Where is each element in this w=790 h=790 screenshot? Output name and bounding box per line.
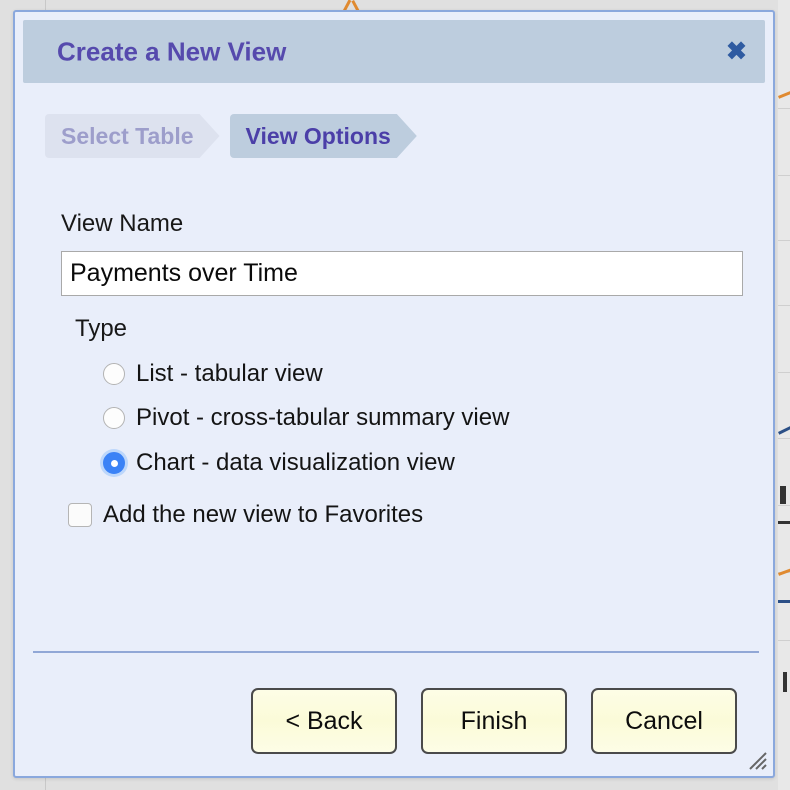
- create-view-dialog: Create a New View ✖ Select Table View Op…: [13, 10, 775, 778]
- radio-option-list[interactable]: List - tabular view: [103, 360, 323, 388]
- dialog-title: Create a New View: [57, 36, 287, 66]
- checkbox-icon[interactable]: [68, 503, 92, 527]
- wizard-tab-bar: Select Table View Options: [45, 114, 417, 158]
- cancel-button[interactable]: Cancel: [591, 688, 737, 754]
- radio-icon-selected[interactable]: [103, 452, 125, 474]
- radio-option-chart-label: Chart - data visualization view: [136, 449, 455, 476]
- background-gridline: [778, 640, 790, 641]
- resize-grip-icon[interactable]: [746, 749, 768, 771]
- radio-option-list-label: List - tabular view: [136, 360, 323, 387]
- background-gridline: [778, 240, 790, 241]
- dialog-titlebar: Create a New View ✖: [23, 20, 765, 83]
- tab-select-table[interactable]: Select Table: [45, 114, 220, 158]
- background-gridline: [778, 175, 790, 176]
- radio-option-pivot[interactable]: Pivot - cross-tabular summary view: [103, 404, 509, 432]
- dialog-footer: < Back Finish Cancel: [251, 688, 737, 754]
- finish-button[interactable]: Finish: [421, 688, 567, 754]
- close-icon[interactable]: ✖: [726, 39, 747, 64]
- radio-icon[interactable]: [103, 407, 125, 429]
- add-to-favorites-label: Add the new view to Favorites: [103, 501, 424, 528]
- view-name-label: View Name: [61, 210, 184, 237]
- background-legend-mark: [780, 486, 786, 504]
- tab-view-options-label: View Options: [245, 122, 391, 149]
- background-gridline: [778, 505, 790, 506]
- background-gridline: [778, 438, 790, 439]
- background-legend-mark: [783, 672, 787, 692]
- background-chart-line-blue: [778, 600, 790, 603]
- view-name-input[interactable]: [61, 251, 743, 296]
- back-button[interactable]: < Back: [251, 688, 397, 754]
- radio-icon[interactable]: [103, 363, 125, 385]
- add-to-favorites-row[interactable]: Add the new view to Favorites: [68, 501, 423, 529]
- tab-view-options[interactable]: View Options: [230, 114, 417, 158]
- background-axis-line: [778, 521, 790, 524]
- tab-select-table-label: Select Table: [61, 122, 194, 149]
- background-gridline: [778, 372, 790, 373]
- radio-option-chart[interactable]: Chart - data visualization view: [103, 449, 455, 477]
- footer-divider: [33, 651, 759, 653]
- radio-option-pivot-label: Pivot - cross-tabular summary view: [136, 404, 510, 431]
- background-gridline: [778, 305, 790, 306]
- background-gridline: [778, 108, 790, 109]
- type-group-label: Type: [75, 315, 128, 342]
